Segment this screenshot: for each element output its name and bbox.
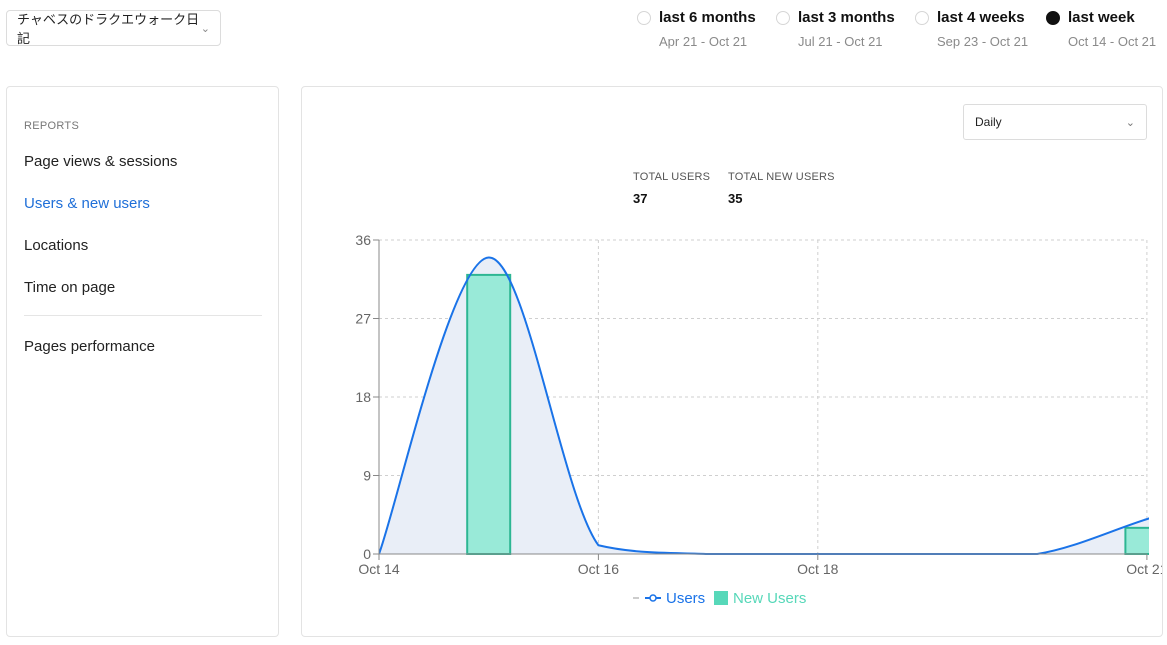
new-users-bar (1124, 526, 1149, 556)
chevron-down-icon: ⌄ (200, 22, 210, 35)
radio-icon[interactable] (637, 11, 651, 25)
reports-sidebar: REPORTS Page views & sessions Users & ne… (6, 86, 279, 637)
legend-users-marker (649, 594, 657, 602)
legend-users-label: Users (666, 590, 705, 607)
range-dates: Oct 14 - Oct 21 (1068, 34, 1157, 49)
new-users-bar (466, 273, 512, 555)
x-tick-label: Oct 21 (1126, 561, 1162, 577)
radio-icon[interactable] (776, 11, 790, 25)
sidebar-divider (24, 315, 262, 316)
range-dates: Sep 23 - Oct 21 (937, 34, 1029, 49)
y-tick-label: 0 (363, 546, 371, 562)
y-tick-label: 27 (355, 311, 371, 327)
date-range-selector: last 6 months Apr 21 - Oct 21 last 3 mon… (632, 8, 1167, 52)
y-tick-label: 9 (363, 468, 371, 484)
range-dates: Apr 21 - Oct 21 (659, 34, 748, 49)
radio-icon[interactable] (915, 11, 929, 25)
sidebar-item-users[interactable]: Users & new users (24, 195, 150, 212)
x-tick-label: Oct 14 (358, 561, 399, 577)
y-tick-label: 36 (355, 232, 371, 248)
x-tick-label: Oct 18 (797, 561, 838, 577)
site-select[interactable]: チャベスのドラクエウォーク日記 ⌄ (6, 10, 221, 46)
site-select-value: チャベスのドラクエウォーク日記 (17, 12, 200, 46)
sidebar-item-locations[interactable]: Locations (24, 237, 88, 254)
sidebar-section-title: REPORTS (24, 120, 80, 132)
sidebar-item-time-on-page[interactable]: Time on page (24, 279, 115, 296)
report-panel: Daily ⌄ TOTAL USERS 37 TOTAL NEW USERS 3… (301, 86, 1163, 637)
range-dates: Jul 21 - Oct 21 (798, 34, 883, 49)
x-tick-label: Oct 16 (578, 561, 619, 577)
range-label: last 4 weeks (937, 9, 1025, 26)
users-chart: 0 9 18 27 36 Oct 14 Oct 16 Oct 18 Oct 21 Users Ne… (355, 232, 1162, 607)
sidebar-item-page-views[interactable]: Page views & sessions (24, 153, 177, 170)
range-label: last 3 months (798, 9, 895, 26)
range-label: last week (1068, 9, 1135, 26)
legend-new-users-swatch (714, 591, 728, 605)
radio-selected-icon[interactable] (1046, 11, 1060, 25)
range-label: last 6 months (659, 9, 756, 26)
chart-legend: Users New Users (633, 590, 806, 607)
sidebar-item-pages-performance[interactable]: Pages performance (24, 338, 155, 355)
legend-new-users-label: New Users (733, 590, 806, 607)
y-tick-label: 18 (355, 389, 371, 405)
